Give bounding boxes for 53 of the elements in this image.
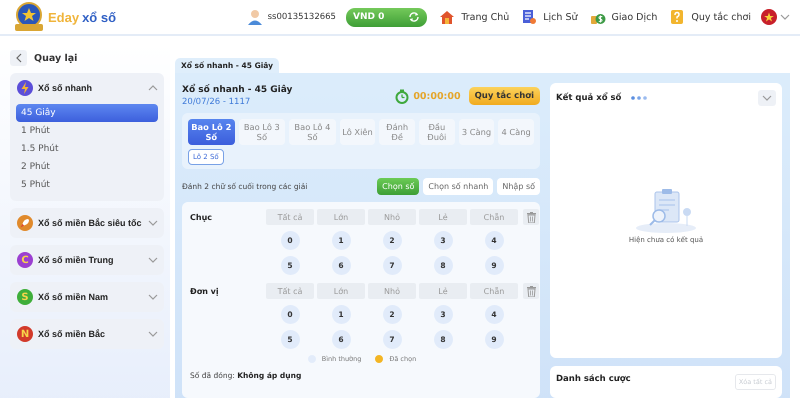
bet-list-title: Danh sách cược <box>556 374 631 384</box>
chevron-down-icon <box>780 14 790 20</box>
menu-group-header[interactable]: Xổ số miền Bắc siêu tốc <box>16 215 158 231</box>
nav-link[interactable]: Lịch Sử <box>521 9 578 25</box>
submenu-item[interactable]: 1.5 Phút <box>16 140 158 158</box>
menu-group-header[interactable]: S Xổ số miền Nam <box>16 289 158 305</box>
submenu-item[interactable]: 1 Phút <box>16 122 158 140</box>
letter-badge: N <box>17 326 33 342</box>
back-button[interactable] <box>10 50 27 66</box>
language-selector[interactable] <box>761 9 790 25</box>
results-title: Kết quả xổ số <box>556 93 622 103</box>
row-label: Chục <box>190 212 214 222</box>
submenu-item[interactable]: 45 Giây <box>16 104 158 122</box>
game-title: Xổ số nhanh - 45 Giây <box>182 85 294 95</box>
rules-button[interactable]: Quy tắc chơi <box>468 87 540 105</box>
letter-badge: S <box>17 289 33 305</box>
delete-button[interactable] <box>523 283 539 299</box>
collapse-button[interactable] <box>758 90 776 106</box>
countdown-timer: 00:00:00 <box>413 90 461 102</box>
emblem-icon <box>12 2 46 32</box>
menu-group-header[interactable]: C Xổ số miền Trung <box>16 252 158 268</box>
draw-id: 20/07/26 - 1117 <box>182 97 252 107</box>
back-label[interactable]: Quay lại <box>34 52 78 64</box>
nav-link[interactable]: Trang Chủ <box>439 9 510 25</box>
delete-button[interactable] <box>523 209 539 225</box>
loading-dots-icon <box>631 96 648 100</box>
letter-badge: C <box>17 252 33 268</box>
bet-type-tab[interactable]: Bao Lô 2 Số <box>188 119 235 145</box>
trash-icon <box>526 212 536 222</box>
avatar-icon <box>248 9 262 25</box>
stopwatch-icon <box>395 88 410 104</box>
nav-link[interactable]: Quy tắc chơi <box>669 9 751 25</box>
question-book-icon <box>669 9 686 25</box>
mode-button[interactable]: Chọn số nhanh <box>423 178 494 195</box>
menu-group-header[interactable]: N Xổ số miền Bắc <box>16 326 158 342</box>
chevron-left-icon <box>16 53 22 63</box>
document-icon <box>521 9 538 25</box>
refresh-icon <box>408 11 420 23</box>
chevron-down-icon <box>762 95 772 101</box>
balance-amount: VND 0 <box>352 12 384 22</box>
brand-name: Eday <box>48 10 80 24</box>
row-label: Đơn vị <box>190 286 220 296</box>
chosen-dot-icon <box>375 355 384 363</box>
submenu-item[interactable]: 5 Phút <box>16 176 158 194</box>
mode-button[interactable]: Nhập số <box>497 178 540 195</box>
flag-icon <box>761 9 777 25</box>
nav-link[interactable]: Giao Dịch <box>590 9 658 25</box>
submenu-item[interactable]: 2 Phút <box>16 158 158 176</box>
username[interactable]: ss00135132665 <box>268 12 336 22</box>
house-icon <box>439 9 456 25</box>
brand-suffix: xổ số <box>82 10 116 24</box>
trash-icon <box>526 286 536 296</box>
menu-group-header[interactable]: Xổ số nhanh <box>16 80 158 96</box>
